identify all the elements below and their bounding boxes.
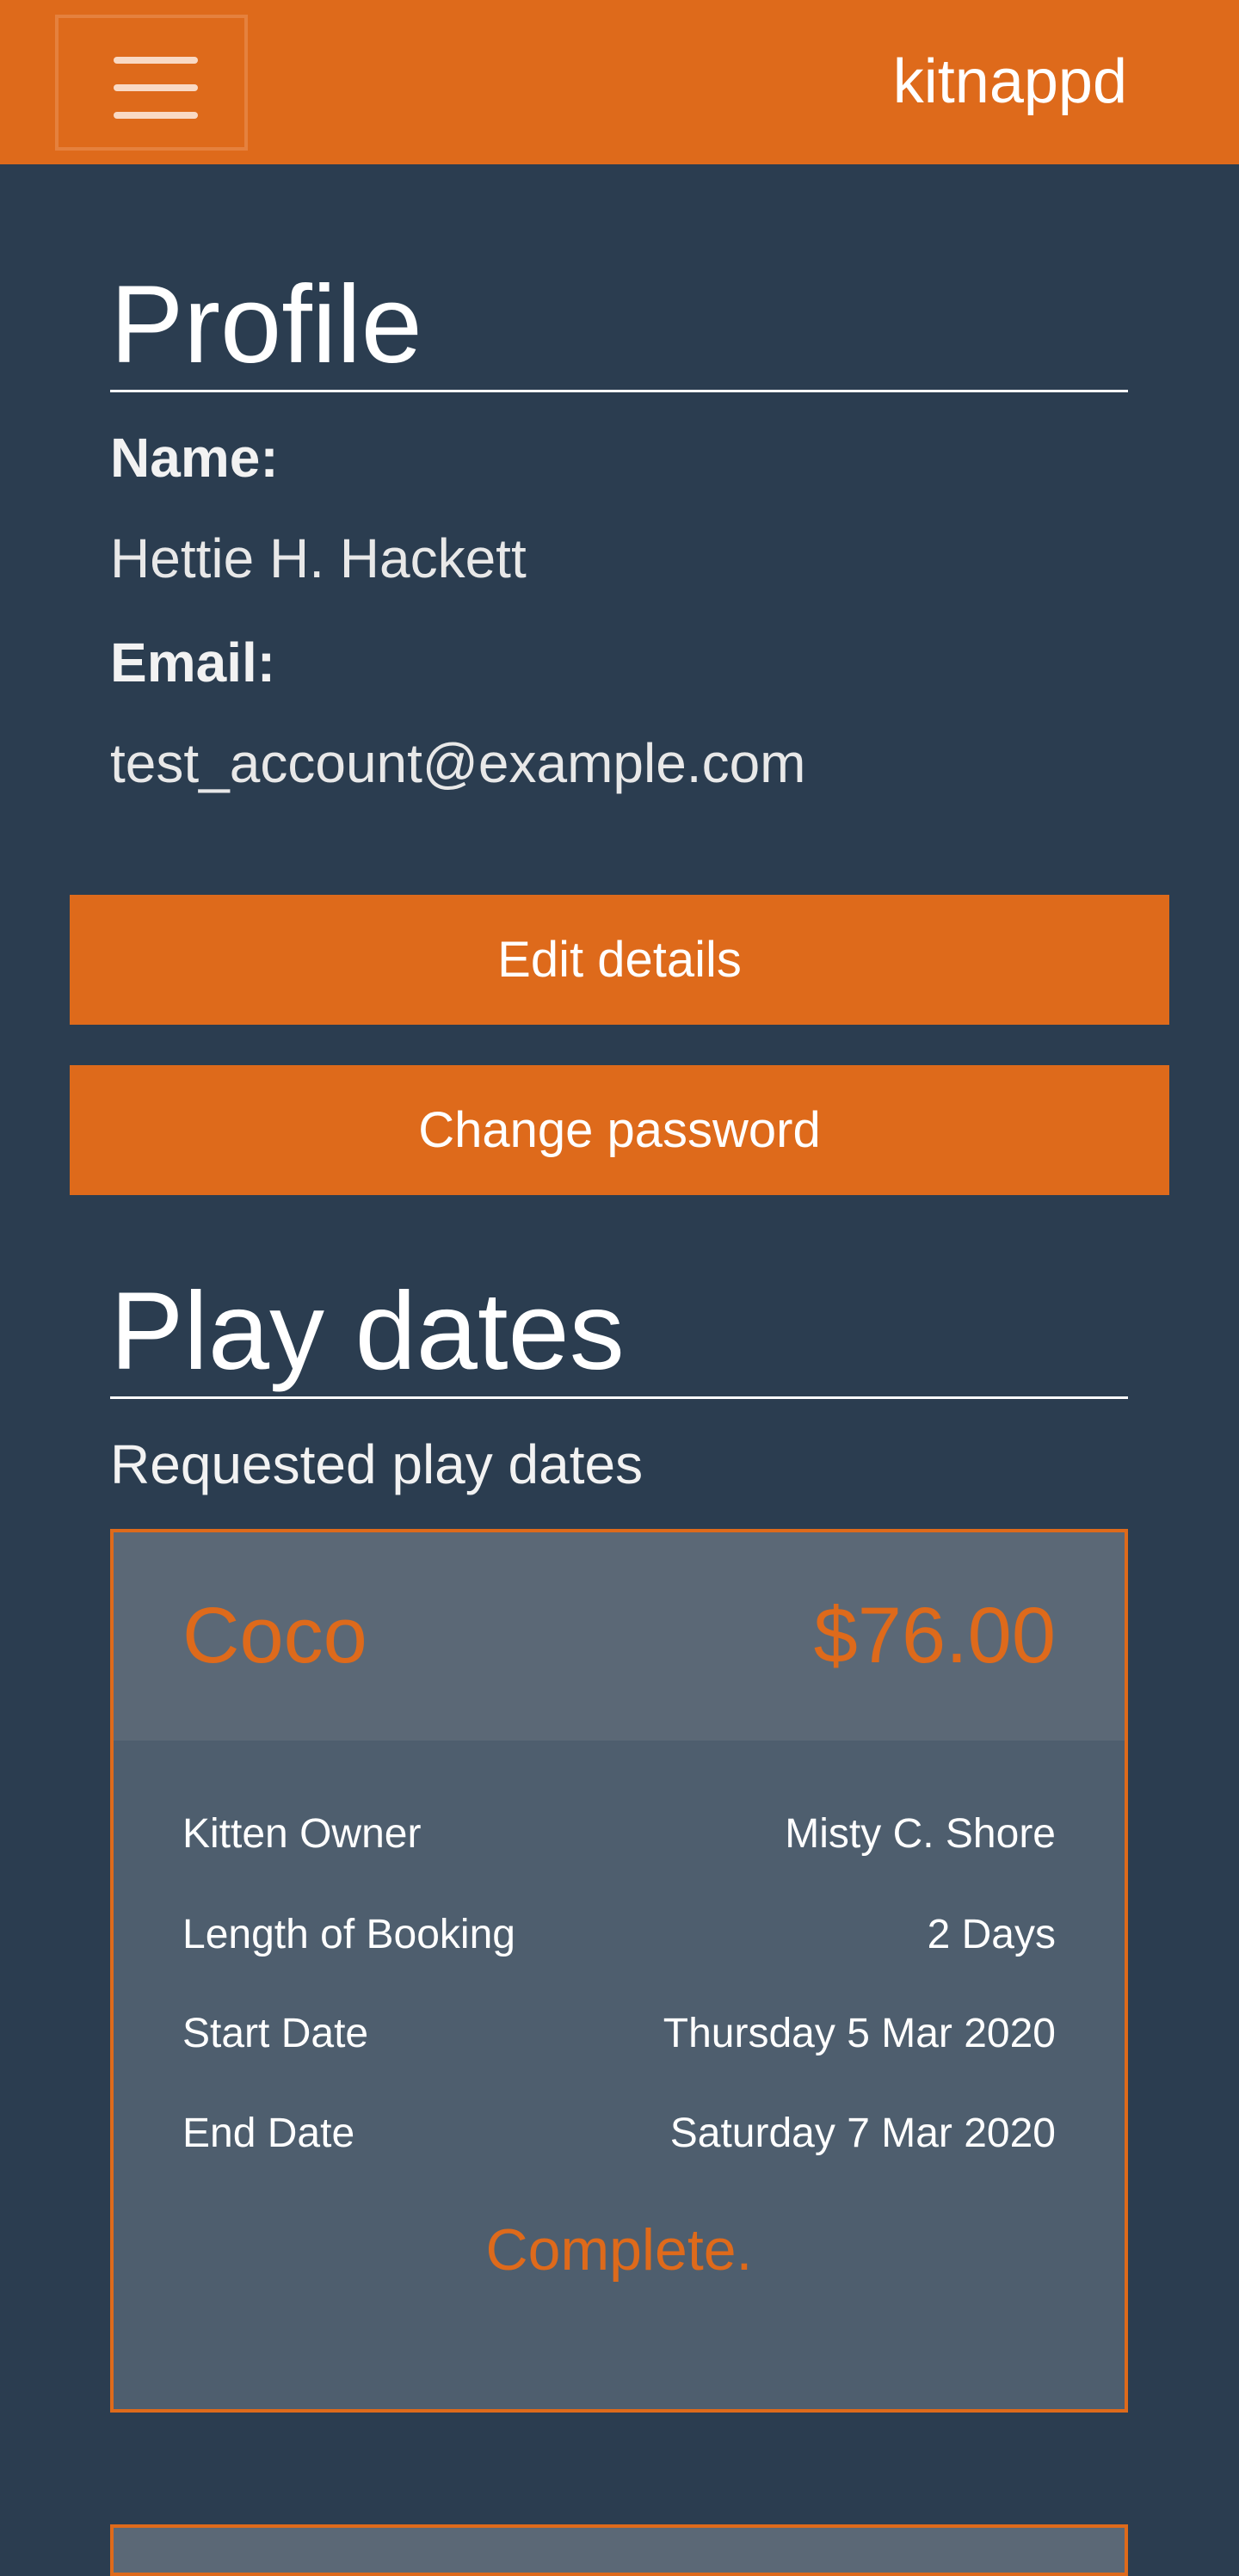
- change-password-button[interactable]: Change password: [70, 1065, 1169, 1195]
- email-label: Email:: [110, 632, 276, 693]
- detail-label: Kitten Owner: [182, 1811, 422, 1857]
- status-text: Complete.: [485, 2217, 753, 2283]
- hamburger-icon: [114, 84, 198, 91]
- name-value: Hettie H. Hackett: [110, 527, 527, 589]
- requested-play-dates-heading: Requested play dates: [110, 1433, 644, 1495]
- kitten-name: Coco: [182, 1592, 367, 1679]
- menu-toggle-button[interactable]: [55, 15, 248, 151]
- detail-row: End Date Saturday 7 Mar 2020: [182, 2104, 1056, 2164]
- detail-row: Length of Booking 2 Days: [182, 1905, 1056, 1965]
- detail-value: Saturday 7 Mar 2020: [669, 2111, 1056, 2156]
- navbar: kitnappd: [0, 0, 1239, 164]
- edit-details-button[interactable]: Edit details: [70, 895, 1169, 1025]
- detail-label: End Date: [182, 2111, 355, 2156]
- hamburger-icon: [114, 112, 198, 119]
- profile-title: Profile: [110, 261, 1128, 392]
- detail-value: Misty C. Shore: [785, 1811, 1056, 1857]
- price: $76.00: [813, 1592, 1056, 1679]
- detail-label: Length of Booking: [182, 1912, 515, 1957]
- detail-value: Thursday 5 Mar 2020: [663, 2011, 1056, 2056]
- brand-logo[interactable]: kitnappd: [893, 43, 1127, 120]
- detail-value: 2 Days: [927, 1912, 1056, 1957]
- detail-label: Start Date: [182, 2011, 369, 2056]
- card-header: Coco $76.00: [114, 1532, 1125, 1741]
- name-label: Name:: [110, 427, 279, 489]
- play-date-card: Coco $76.00 Kitten Owner Misty C. Shore …: [110, 1529, 1128, 2413]
- detail-row: Kitten Owner Misty C. Shore: [182, 1804, 1056, 1864]
- email-value: test_account@example.com: [110, 732, 806, 794]
- play-date-card: [110, 2524, 1128, 2576]
- detail-row: Start Date Thursday 5 Mar 2020: [182, 2004, 1056, 2064]
- hamburger-icon: [114, 57, 198, 64]
- play-dates-title: Play dates: [110, 1267, 1128, 1399]
